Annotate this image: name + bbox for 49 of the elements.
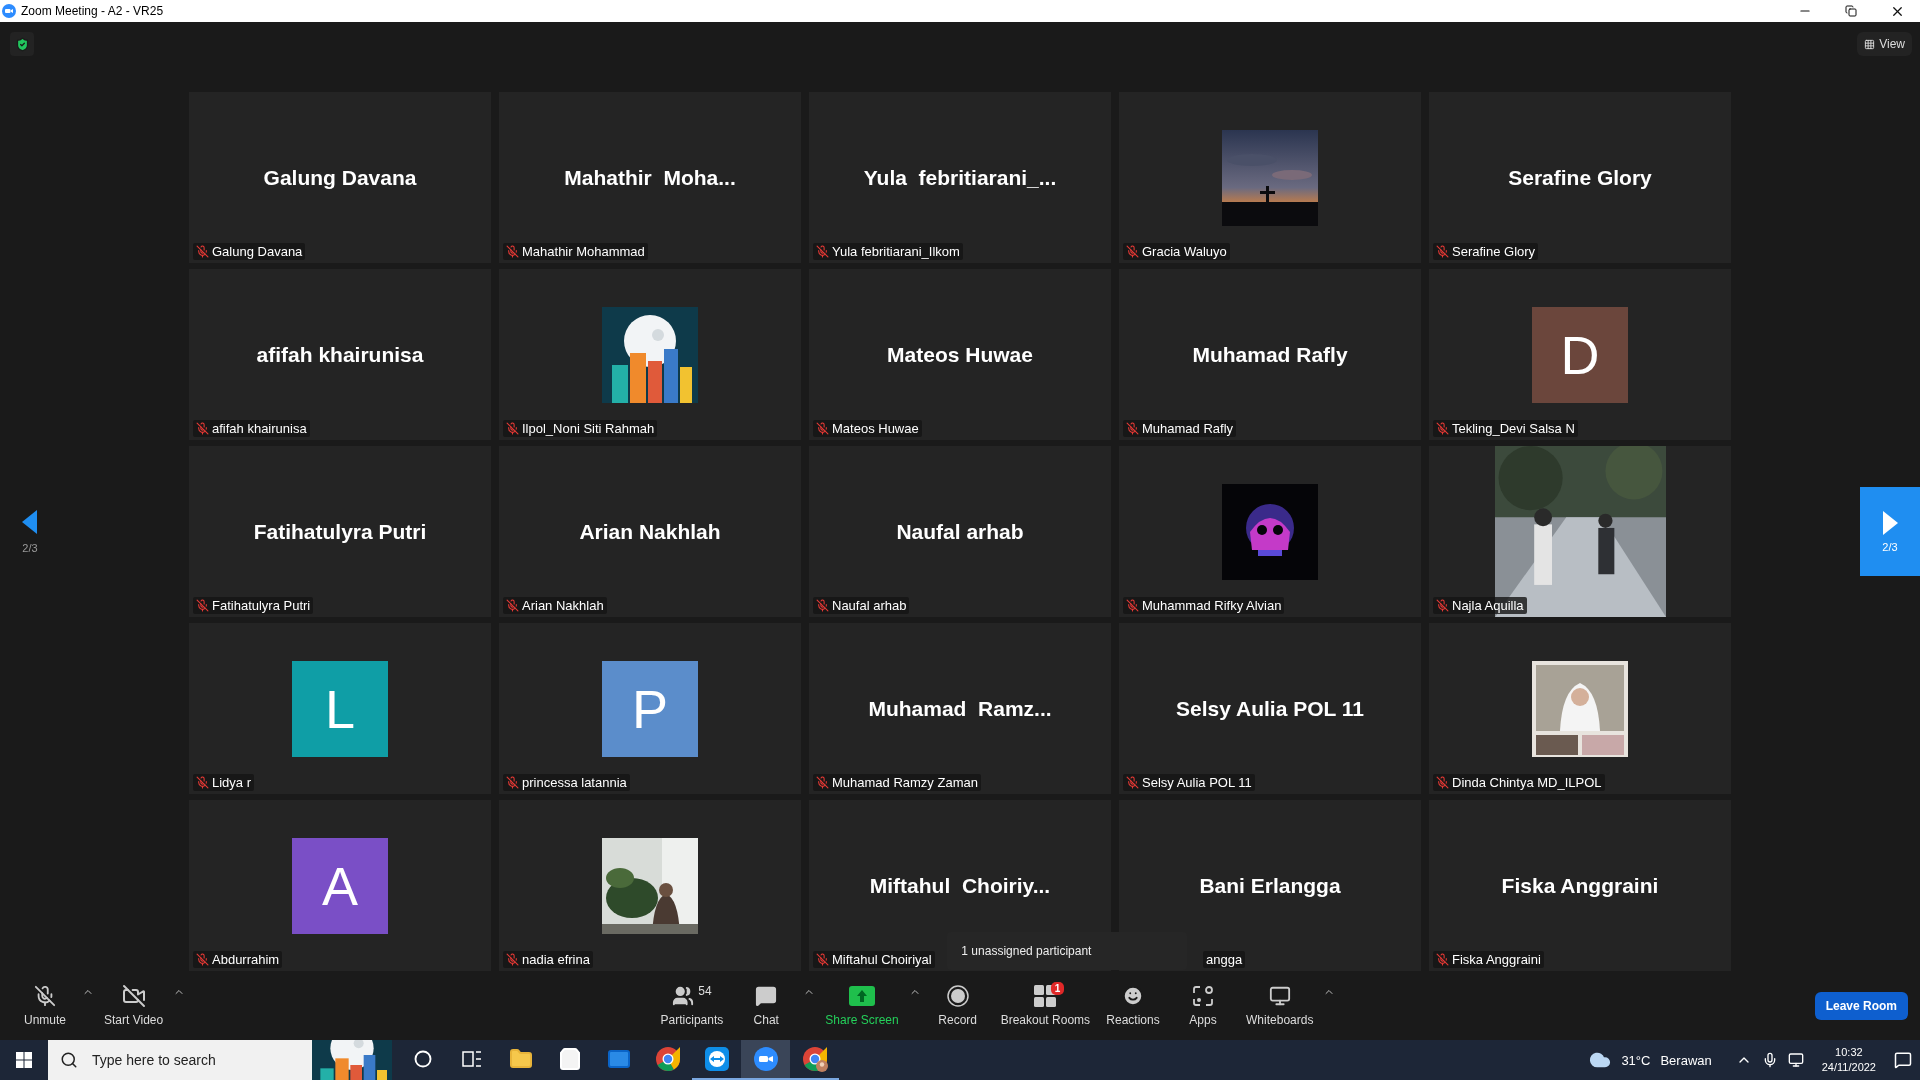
participant-display-name: Bani Erlangga xyxy=(1199,873,1341,898)
participant-name: Selsy Aulia POL 11 xyxy=(1142,775,1252,790)
participant-name: Serafine Glory xyxy=(1452,244,1536,259)
avatar-letter: D xyxy=(1532,306,1628,403)
participant-display-name: Mahathir Moha... xyxy=(564,165,736,190)
participant-display-name: Muhamad Rafly xyxy=(1192,342,1348,367)
avatar-letter: A xyxy=(292,837,388,934)
participant-name: Muhamad Rafly xyxy=(1142,421,1234,436)
participant-name: princessa latannia xyxy=(522,775,627,790)
participant-display-name: Muhamad Ramz... xyxy=(868,696,1052,721)
participant-name: Naufal arhab xyxy=(832,598,907,613)
participant-name: Arian Nakhlah xyxy=(522,598,604,613)
participant-name: Miftahul Choiriyal xyxy=(832,952,932,967)
participant-display-name: Serafine Glory xyxy=(1508,165,1652,190)
avatar-letter: L xyxy=(292,660,388,757)
participant-name: Ilpol_Noni Siti Rahmah xyxy=(522,421,655,436)
participant-display-name: afifah khairunisa xyxy=(256,342,424,367)
participant-name: Mateos Huwae xyxy=(832,421,919,436)
clock-date: 24/11/2022 xyxy=(1821,1060,1876,1075)
avatar-letter: P xyxy=(602,660,698,757)
participant-name: angga xyxy=(1206,952,1243,967)
window-title: Zoom Meeting - A2 - VR25 xyxy=(21,4,165,18)
participant-name: Fiska Anggraini xyxy=(1452,952,1541,967)
weather-condition: Berawan xyxy=(1660,1052,1712,1068)
participant-display-name: Selsy Aulia POL 11 xyxy=(1176,696,1364,721)
participant-display-name: Arian Nakhlah xyxy=(579,519,721,544)
participant-display-name: Mateos Huwae xyxy=(887,342,1033,367)
participant-name: Galung Davana xyxy=(212,244,303,259)
participant-name: Najla Aquilla xyxy=(1452,598,1524,613)
participant-display-name: Galung Davana xyxy=(263,165,417,190)
participant-name: Lidya r xyxy=(212,775,252,790)
participant-name: Fatihatulyra Putri xyxy=(212,598,311,613)
participant-name: nadia efrina xyxy=(522,952,590,967)
participant-name: Tekling_Devi Salsa N xyxy=(1452,421,1575,436)
participant-display-name: Naufal arhab xyxy=(896,519,1024,544)
participant-name: Muhammad Rifky Alvian xyxy=(1142,598,1282,613)
weather-temperature: 31°C xyxy=(1621,1052,1651,1068)
participant-display-name: Fatihatulyra Putri xyxy=(253,519,427,544)
participant-display-name: Yula febritiarani_... xyxy=(863,165,1057,190)
participant-name: Abdurrahim xyxy=(212,952,280,967)
participant-name: Dinda Chintya MD_ILPOL xyxy=(1452,775,1602,790)
participant-name: Gracia Waluyo xyxy=(1142,244,1227,259)
participant-name: Muhamad Ramzy Zaman xyxy=(832,775,978,790)
participant-name: Yula febritiarani_Ilkom xyxy=(832,244,960,259)
participant-name: afifah khairunisa xyxy=(212,421,307,436)
participant-name: Mahathir Mohammad xyxy=(522,244,645,259)
clock-time: 10:32 xyxy=(1835,1045,1863,1060)
participant-display-name: Miftahul Choiriy... xyxy=(869,873,1051,898)
participant-display-name: Fiska Anggraini xyxy=(1501,873,1659,898)
